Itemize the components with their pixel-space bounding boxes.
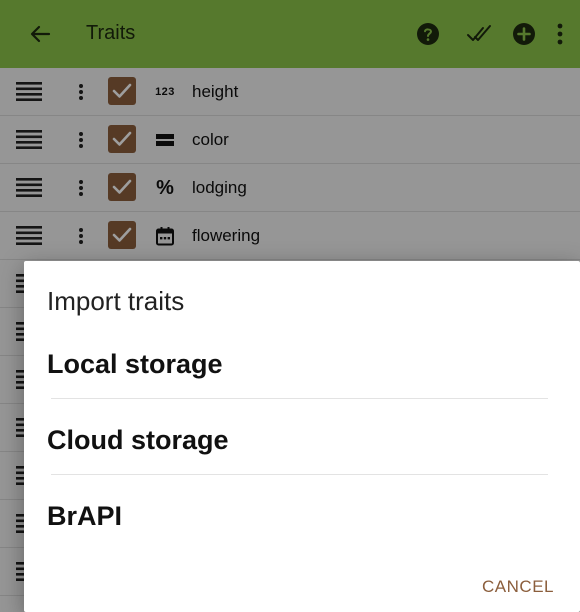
option-local-storage[interactable]: Local storage: [47, 349, 547, 380]
option-cloud-storage[interactable]: Cloud storage: [47, 425, 547, 456]
traits-screen: Traits 123 height color % lodging flower…: [0, 0, 580, 612]
divider: [51, 398, 548, 399]
import-traits-dialog: Import traits Local storage Cloud storag…: [24, 261, 580, 612]
cancel-button[interactable]: CANCEL: [482, 577, 554, 597]
dialog-title: Import traits: [47, 286, 185, 316]
option-brapi[interactable]: BrAPI: [47, 501, 547, 532]
divider: [51, 474, 548, 475]
